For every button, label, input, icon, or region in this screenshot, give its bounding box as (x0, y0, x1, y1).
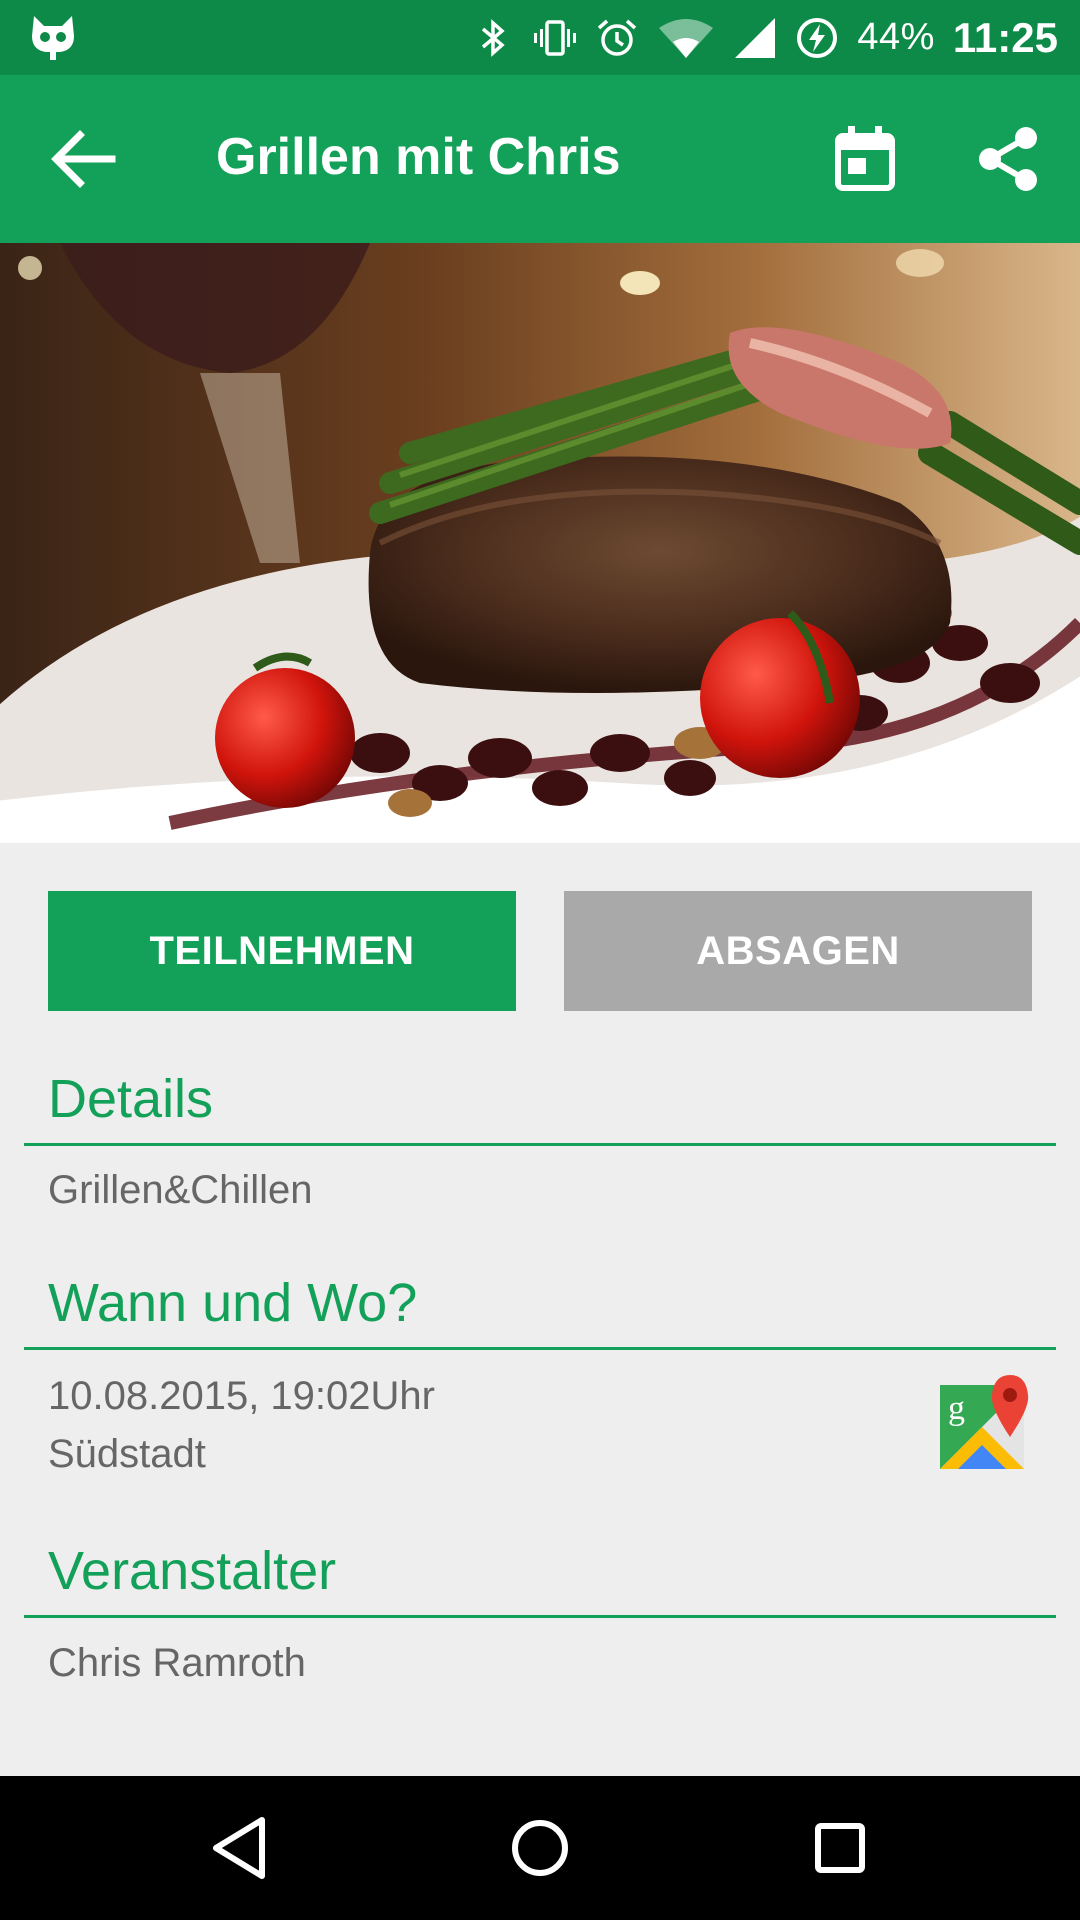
share-icon[interactable] (976, 126, 1040, 192)
page-title: Grillen mit Chris (216, 128, 621, 186)
arrow-back-icon[interactable] (50, 129, 116, 189)
section-title-when-where: Wann und Wo? (48, 1273, 418, 1333)
svg-text:g: g (948, 1390, 965, 1427)
bluetooth-icon (482, 18, 506, 57)
cyanogen-cat-icon (32, 16, 74, 60)
event-photo (0, 243, 1080, 843)
toolbar: Grillen mit Chris (0, 75, 1080, 243)
battery-charging-icon (797, 17, 838, 58)
section-divider (24, 1615, 1056, 1618)
wifi-icon (659, 18, 714, 58)
status-bar: 44% 11:25 (0, 0, 1080, 75)
event-location: Südstadt (48, 1432, 206, 1476)
google-maps-icon[interactable]: g (940, 1373, 1032, 1471)
section-divider (24, 1347, 1056, 1350)
decline-button[interactable]: ABSAGEN (564, 891, 1032, 1011)
clock: 11:25 (952, 13, 1058, 61)
signal-icon (735, 17, 776, 58)
join-button[interactable]: TEILNEHMEN (48, 891, 516, 1011)
section-title-organizer: Veranstalter (48, 1541, 337, 1601)
back-triangle-icon[interactable] (204, 1812, 276, 1884)
alarm-icon (598, 19, 637, 56)
recents-square-icon[interactable] (804, 1812, 876, 1884)
details-text: Grillen&Chillen (48, 1168, 313, 1212)
section-divider (24, 1143, 1056, 1146)
home-circle-icon[interactable] (504, 1812, 576, 1884)
steak-with-asparagus-photo (0, 243, 1080, 843)
event-datetime: 10.08.2015, 19:02Uhr (48, 1374, 435, 1418)
calendar-icon[interactable] (830, 124, 900, 194)
section-title-details: Details (48, 1069, 214, 1129)
navigation-bar (0, 1776, 1080, 1920)
organizer-name: Chris Ramroth (48, 1641, 306, 1685)
vibrate-icon (534, 19, 577, 56)
battery-percent: 44% (857, 16, 935, 58)
